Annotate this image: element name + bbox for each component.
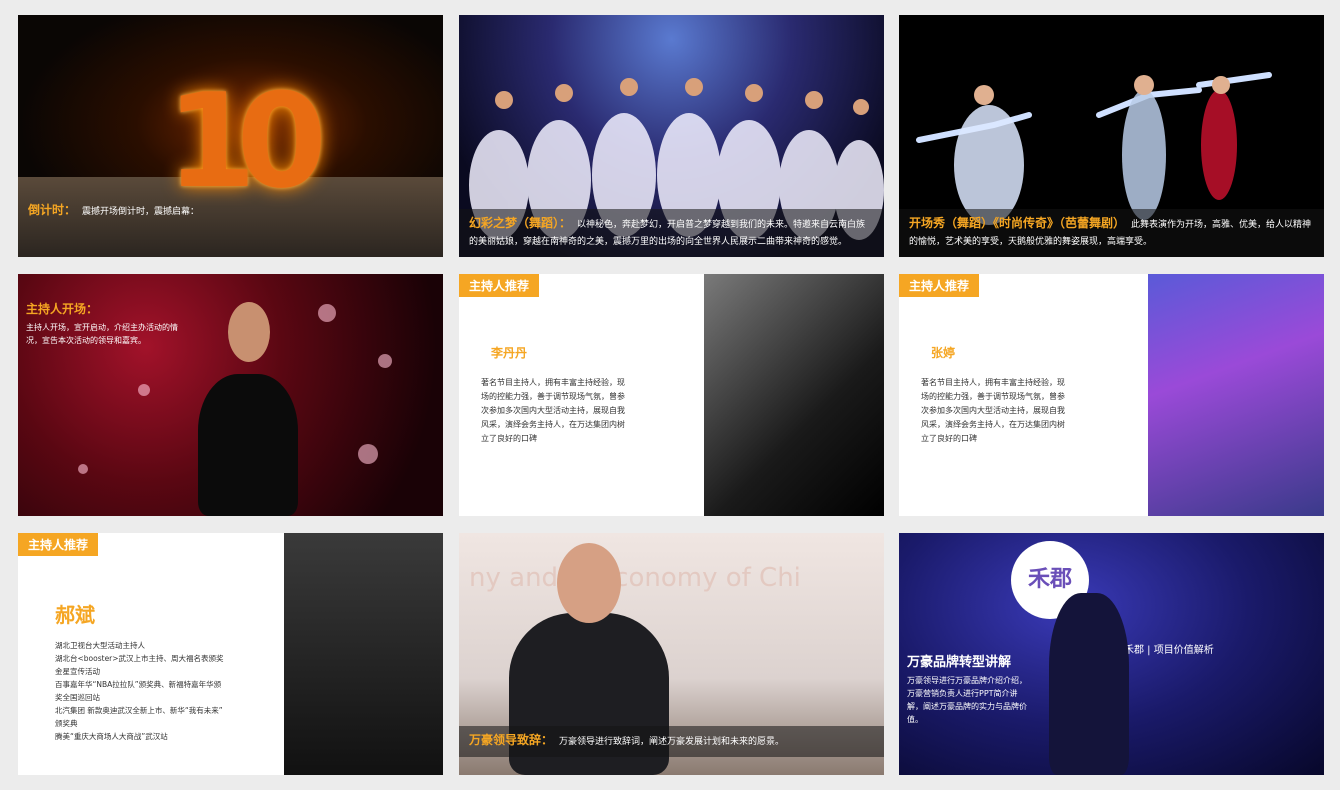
bokeh-light (78, 464, 88, 474)
host-opening-text: 主持人开场，宣开启动，介绍主办活动的情况，宣告本次活动的领导和嘉宾。 (26, 323, 178, 345)
ballet-title: 开场秀（舞蹈）《时尚传奇》（芭蕾舞剧） (909, 216, 1126, 230)
brand-caption: 万豪品牌转型讲解 万豪领导进行万豪品牌介绍介绍，万豪营销负责人进行PPT简介讲解… (907, 651, 1032, 726)
brand-text: 万豪领导进行万豪品牌介绍介绍，万豪营销负责人进行PPT简介讲解，阐述万豪品牌的实… (907, 676, 1027, 724)
bokeh-light (138, 384, 150, 396)
host-recommend-tag: 主持人推荐 (459, 274, 540, 297)
dance-dream-caption: 幻彩之梦（舞蹈）： 以神秘色，奔赴梦幻，开启普之梦穿越到我们的未来。特邀来自云南白… (459, 209, 884, 257)
host-recommend-tile-2[interactable]: 主持人推荐 张婷 著名节目主持人，拥有丰富主持经验，现场的控能力强，善于调节现场… (899, 274, 1324, 516)
presenter-figure (1049, 593, 1129, 775)
host-recommend-tile-3[interactable]: 主持人推荐 郝斌 湖北卫视台大型活动主持人 湖北台<booster>武汉上市主持… (18, 533, 443, 775)
resume-line: 奖全国巡回站 (55, 693, 100, 702)
resume-line: 颁奖典 (55, 719, 78, 728)
screen-text: 禾郡 | 项目价值解析 (1124, 645, 1214, 656)
host-recommend-tag: 主持人推荐 (899, 274, 980, 297)
ballet-tile[interactable]: 开场秀（舞蹈）《时尚传奇》（芭蕾舞剧） 此舞表演作为开场，高雅、优美，给人以精神的… (899, 15, 1324, 257)
host-photo (1148, 274, 1324, 516)
host-opening-caption: 主持人开场： 主持人开场，宣开启动，介绍主办活动的情况，宣告本次活动的领导和嘉宾… (26, 300, 186, 347)
resume-line: 湖北卫视台大型活动主持人 (55, 641, 145, 650)
resume-line: 北汽集团 新款奥迪武汉全新上市、新华“我有未来” (55, 706, 223, 715)
leader-speech-tile[interactable]: ny and al Economy of Chi 万豪领导致辞： 万豪领导进行致辞… (459, 533, 884, 775)
brand-title: 万豪品牌转型讲解 (907, 655, 1012, 670)
host-figure (198, 374, 298, 516)
backdrop-text: ny and al Economy of Chi (469, 563, 801, 593)
leader-speech-text: 万豪领导进行致辞词，阐述万豪发展计划和未来的愿景。 (559, 737, 785, 747)
host-description: 著名节目主持人，拥有丰富主持经验，现场的控能力强，善于调节现场气氛，曾参次参加多… (921, 378, 1065, 443)
bokeh-light (358, 444, 378, 464)
host-photo (284, 533, 443, 775)
host-opening-title: 主持人开场： (26, 302, 99, 316)
speaker-head (557, 543, 621, 623)
resume-line: 湖北台<booster>武汉上市主持、周大福名表颁奖 (55, 654, 224, 663)
host-description: 著名节目主持人，拥有丰富主持经验，现场的控能力强，善于调节现场气氛，曾参次参加多… (481, 378, 625, 443)
leader-speech-title: 万豪领导致辞： (469, 733, 554, 747)
host-recommend-tag: 主持人推荐 (18, 533, 99, 556)
dance-dream-tile[interactable]: 幻彩之梦（舞蹈）： 以神秘色，奔赴梦幻，开启普之梦穿越到我们的未来。特邀来自云南白… (459, 15, 884, 257)
host-head (228, 302, 270, 362)
resume-line: 金星宣传活动 (55, 667, 100, 676)
host-resume: 湖北卫视台大型活动主持人 湖北台<booster>武汉上市主持、周大福名表颁奖 … (55, 639, 245, 743)
countdown-title: 倒计时： (28, 203, 77, 217)
resume-line: 百事嘉年华“NBA拉拉队”颁奖典、新福特嘉年华颁 (55, 680, 222, 689)
host-photo (704, 274, 884, 516)
countdown-number-graphic: 10 (166, 65, 327, 217)
bokeh-light (318, 304, 336, 322)
brand-transformation-tile[interactable]: 禾郡 禾郡 | 项目价值解析 万豪品牌转型讲解 万豪领导进行万豪品牌介绍介绍，万… (899, 533, 1324, 775)
countdown-text: 震撼开场倒计时，震撼启幕： (82, 207, 200, 217)
countdown-tile[interactable]: 10 倒计时： 震撼开场倒计时，震撼启幕： (18, 15, 443, 257)
host-name: 张婷 (931, 346, 956, 360)
host-name: 郝斌 (55, 603, 95, 627)
ballet-caption: 开场秀（舞蹈）《时尚传奇》（芭蕾舞剧） 此舞表演作为开场，高雅、优美，给人以精神的… (899, 209, 1324, 257)
dance-dream-title: 幻彩之梦（舞蹈）： (469, 216, 572, 230)
countdown-caption: 倒计时： 震撼开场倒计时，震撼启幕： (18, 196, 443, 227)
host-recommend-tile-1[interactable]: 主持人推荐 李丹丹 著名节目主持人，拥有丰富主持经验，现场的控能力强，善于调节现… (459, 274, 884, 516)
resume-line: 腾美“重庆大商场人大商战”武汉站 (55, 732, 168, 741)
host-opening-tile[interactable]: 主持人开场： 主持人开场，宣开启动，介绍主办活动的情况，宣告本次活动的领导和嘉宾… (18, 274, 443, 516)
leader-speech-caption: 万豪领导致辞： 万豪领导进行致辞词，阐述万豪发展计划和未来的愿景。 (459, 726, 884, 757)
host-name: 李丹丹 (491, 346, 528, 360)
bokeh-light (378, 354, 392, 368)
